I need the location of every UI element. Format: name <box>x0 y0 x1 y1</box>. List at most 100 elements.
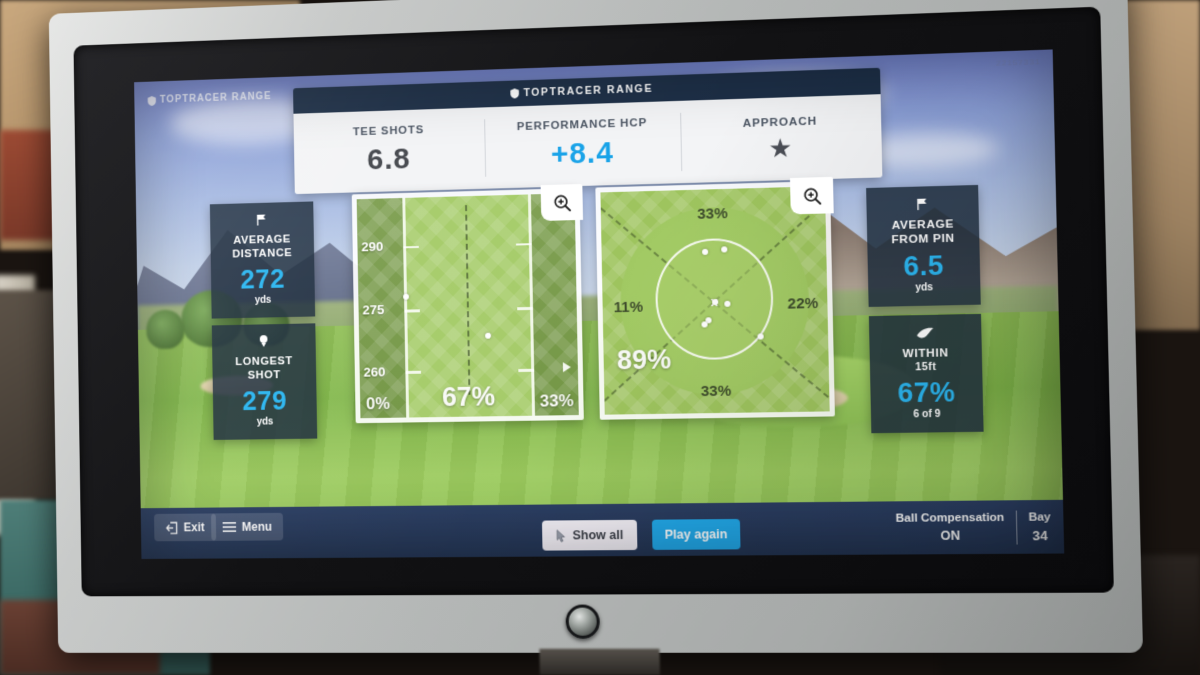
ball-compensation-label: Ball Compensation <box>895 511 1005 525</box>
stat-performance-hcp-value: +8.4 <box>550 136 615 171</box>
play-again-label: Play again <box>664 527 728 542</box>
approach-left-percent: 11% <box>613 298 644 316</box>
exit-label: Exit <box>183 520 205 535</box>
right-rough <box>530 193 579 416</box>
yard-label-260: 260 <box>363 364 386 380</box>
header-brand-text: TOPTRACER RANGE <box>523 82 654 100</box>
stat-performance-hcp-label: PERFORMANCE HCP <box>516 116 648 134</box>
card-title-line2: FROM PIN <box>891 232 955 247</box>
shot-dot <box>402 293 409 300</box>
off-chart-arrow-marker <box>563 361 572 372</box>
cursor-icon <box>556 528 565 542</box>
monitor-stand <box>539 648 661 675</box>
golf-ball-tee-icon <box>257 334 271 348</box>
tee-chart-inner: 290 275 260 0% 67% 33% <box>356 193 579 419</box>
within-15ft-value: 67% <box>897 376 956 409</box>
show-all-button[interactable]: Show all <box>541 519 638 551</box>
yard-tick-275-left <box>403 309 420 313</box>
approach-long-percent: 33% <box>697 204 728 223</box>
magnifier-plus-icon <box>552 193 572 212</box>
fairway-percent: 67% <box>441 381 496 413</box>
shot-dot <box>701 248 709 255</box>
average-from-pin-unit: yds <box>915 282 934 295</box>
approach-dispersion-chart[interactable]: x 33% 33% 11% 22% 89% <box>595 176 835 420</box>
average-distance-value: 272 <box>240 264 286 295</box>
card-title-line2: 15ft <box>915 360 937 374</box>
magnifier-plus-icon <box>802 186 822 206</box>
card-average-distance[interactable]: AVERAGE DISTANCE 272 yds <box>209 201 316 319</box>
card-within-15ft[interactable]: WITHIN 15ft 67% 6 of 9 <box>868 313 984 434</box>
shot-dot <box>711 298 719 305</box>
ui-overlay: TOPTRACER RANGE 22157331 TOPTRACER RANGE… <box>134 49 1065 559</box>
shield-icon <box>509 88 519 99</box>
bay-number-block: Bay 34 <box>1028 510 1051 544</box>
stat-performance-hcp[interactable]: PERFORMANCE HCP +8.4 <box>484 101 681 189</box>
shield-icon <box>147 95 156 106</box>
ball-compensation-value: ON <box>940 527 961 543</box>
tee-shot-dispersion-chart[interactable]: 290 275 260 0% 67% 33% <box>351 183 584 424</box>
monitor: TOPTRACER RANGE 22157331 TOPTRACER RANGE… <box>48 0 1144 675</box>
play-again-button[interactable]: Play again <box>651 518 741 550</box>
session-code: 22157331 <box>995 58 1041 69</box>
yard-label-275: 275 <box>362 302 385 318</box>
approach-chart-zoom-button[interactable] <box>789 176 834 215</box>
card-title-line1: WITHIN <box>902 347 949 361</box>
exit-button[interactable]: Exit <box>154 513 217 542</box>
bay-value: 34 <box>1032 527 1048 543</box>
status-block: Ball Compensation ON Bay 34 <box>896 510 1052 545</box>
stat-tee-shots-value: 6.8 <box>366 142 411 177</box>
yard-tick-290-left <box>402 245 419 249</box>
card-title-line1: AVERAGE <box>891 218 955 233</box>
approach-chart-inner: x 33% 33% 11% 22% 89% <box>600 186 830 415</box>
right-rough-percent: 33% <box>539 391 574 411</box>
exit-icon <box>165 521 178 534</box>
shot-dot <box>720 245 728 253</box>
yard-tick-260-right <box>517 369 534 372</box>
yard-label-290: 290 <box>361 239 384 255</box>
approach-short-percent: 33% <box>700 382 732 400</box>
menu-button[interactable]: Menu <box>211 512 284 541</box>
shot-dot <box>701 321 708 328</box>
stat-tee-shots-label: TEE SHOTS <box>352 124 425 139</box>
longest-shot-unit: yds <box>256 416 274 428</box>
ball-compensation-status: Ball Compensation ON <box>896 511 1005 546</box>
turf-pattern <box>530 193 579 416</box>
tee-chart-zoom-button[interactable] <box>540 183 584 221</box>
stat-approach[interactable]: APPROACH ★ <box>680 94 882 183</box>
monitor-lock-knob[interactable] <box>564 604 600 639</box>
yard-tick-290-right <box>515 242 532 246</box>
within-15ft-count: 6 of 9 <box>913 409 941 421</box>
yard-tick-260-left <box>404 371 421 374</box>
show-all-label: Show all <box>572 527 624 543</box>
left-rough-percent: 0% <box>365 394 391 414</box>
card-average-from-pin[interactable]: AVERAGE FROM PIN 6.5 yds <box>866 184 981 308</box>
average-from-pin-value: 6.5 <box>903 250 945 282</box>
divider <box>1015 510 1018 545</box>
longest-shot-value: 279 <box>242 385 288 417</box>
shot-dot <box>724 300 731 307</box>
flag-icon <box>255 213 268 227</box>
shot-dot <box>484 332 491 339</box>
bay-label: Bay <box>1028 511 1051 524</box>
approach-right-percent: 22% <box>787 294 819 313</box>
yard-tick-275-right <box>516 307 533 310</box>
average-distance-unit: yds <box>254 295 272 307</box>
screen[interactable]: TOPTRACER RANGE 22157331 TOPTRACER RANGE… <box>134 49 1065 559</box>
hamburger-icon <box>222 522 237 533</box>
card-title-line2: SHOT <box>247 369 281 382</box>
menu-label: Menu <box>241 519 272 534</box>
flag-icon <box>915 196 929 211</box>
bird-icon <box>916 325 935 340</box>
card-title-line2: DISTANCE <box>232 247 293 261</box>
stat-tee-shots[interactable]: TEE SHOTS 6.8 <box>293 107 486 194</box>
bottom-toolbar: Exit Menu Show all Play again Ball Compe… <box>140 499 1065 559</box>
card-title-line1: AVERAGE <box>233 233 291 247</box>
card-title-line1: LONGEST <box>235 355 293 369</box>
card-longest-shot[interactable]: LONGEST SHOT 279 yds <box>211 323 318 441</box>
green-in-regulation-percent: 89% <box>616 344 672 376</box>
toptracer-watermark: TOPTRACER RANGE <box>147 91 272 106</box>
watermark-text: TOPTRACER RANGE <box>159 91 272 106</box>
star-icon: ★ <box>768 132 793 164</box>
summary-header-card: TOPTRACER RANGE TEE SHOTS 6.8 PERFORMANC… <box>292 67 882 195</box>
stat-approach-label: APPROACH <box>742 115 818 130</box>
